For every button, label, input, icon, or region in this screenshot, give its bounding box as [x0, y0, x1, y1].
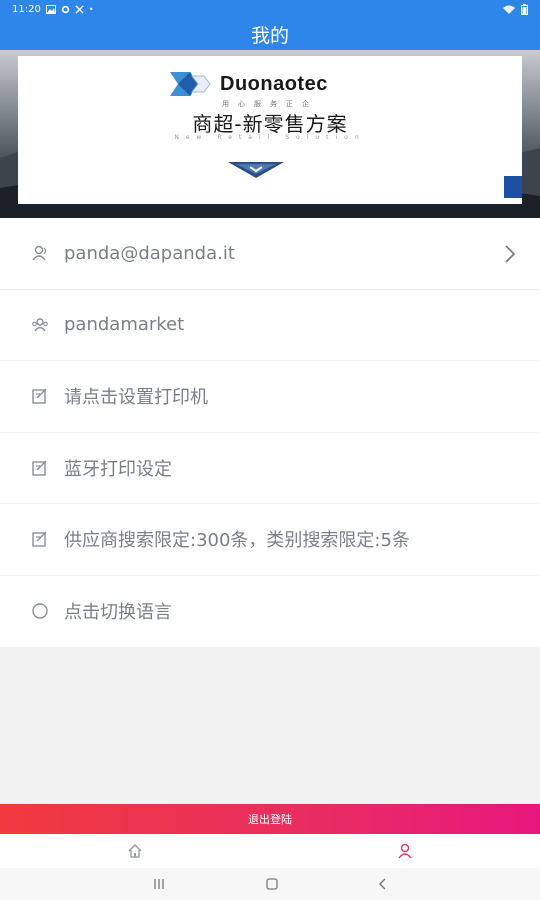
menu-item-language[interactable]: 点击切换语言: [0, 576, 540, 648]
logout-button[interactable]: 退出登陆: [0, 804, 540, 834]
group-icon: [30, 315, 50, 335]
wifi-icon: [503, 5, 515, 14]
tab-profile[interactable]: [270, 834, 540, 868]
language-switch-label: 点击切换语言: [64, 602, 172, 624]
battery-icon: [521, 3, 528, 15]
menu-item-search-limit[interactable]: 供应商搜索限定:300条，类别搜索限定:5条: [0, 504, 540, 576]
menu-item-bluetooth-print[interactable]: 蓝牙打印设定: [0, 433, 540, 504]
logo: Duonaotec: [168, 70, 328, 98]
back-icon[interactable]: [378, 878, 388, 890]
printer-setup-label: 请点击设置打印机: [64, 387, 208, 409]
tab-bar: [0, 834, 540, 868]
store-name: pandamarket: [64, 314, 185, 336]
logo-name: Duonaotec: [220, 72, 328, 95]
recents-icon[interactable]: [152, 878, 166, 890]
search-limit-label: 供应商搜索限定:300条，类别搜索限定:5条: [64, 530, 410, 552]
logout-label: 退出登陆: [248, 813, 292, 826]
bluetooth-print-label: 蓝牙打印设定: [64, 458, 172, 480]
banner-accent: [504, 176, 522, 198]
user-icon: [30, 243, 50, 263]
banner: Duonaotec 用心服务正企 商超-新零售方案 New Retail Sol…: [0, 50, 540, 218]
settings-icon: [61, 5, 70, 13]
tab-home[interactable]: [0, 834, 270, 868]
status-right: [503, 3, 528, 15]
menu-item-printer[interactable]: 请点击设置打印机: [0, 361, 540, 433]
banner-card: Duonaotec 用心服务正企 商超-新零售方案 New Retail Sol…: [18, 56, 522, 204]
edit-icon: [30, 386, 50, 406]
system-nav-bar: [0, 868, 540, 900]
status-time: 11:20: [12, 3, 41, 15]
banner-slogan-english: New Retail Solution: [174, 134, 366, 141]
chevron-right-icon: [505, 245, 516, 263]
edit-icon: [30, 529, 50, 549]
tools-icon: [75, 4, 84, 14]
chevron-down-icon: [228, 162, 284, 178]
image-icon: [45, 4, 56, 14]
menu-item-account[interactable]: panda@dapanda.it: [0, 218, 540, 290]
person-icon: [398, 843, 412, 859]
menu-list: panda@dapanda.it pandamarket 请点击设置打印机 蓝牙…: [0, 218, 540, 647]
home-nav-icon[interactable]: [266, 878, 278, 890]
logo-mark-icon: [170, 72, 211, 96]
status-left: 11:20 •: [12, 4, 94, 15]
banner-slogan: 商超-新零售方案: [192, 112, 348, 136]
status-bar: 11:20 •: [0, 0, 540, 18]
circle-icon: [30, 601, 50, 621]
menu-item-store[interactable]: pandamarket: [0, 290, 540, 361]
edit-icon: [30, 458, 50, 478]
home-icon: [128, 844, 142, 858]
account-email: panda@dapanda.it: [64, 242, 235, 264]
page-header: 我的: [0, 18, 540, 50]
page-title: 我的: [250, 24, 289, 47]
dot-icon: •: [88, 4, 94, 14]
